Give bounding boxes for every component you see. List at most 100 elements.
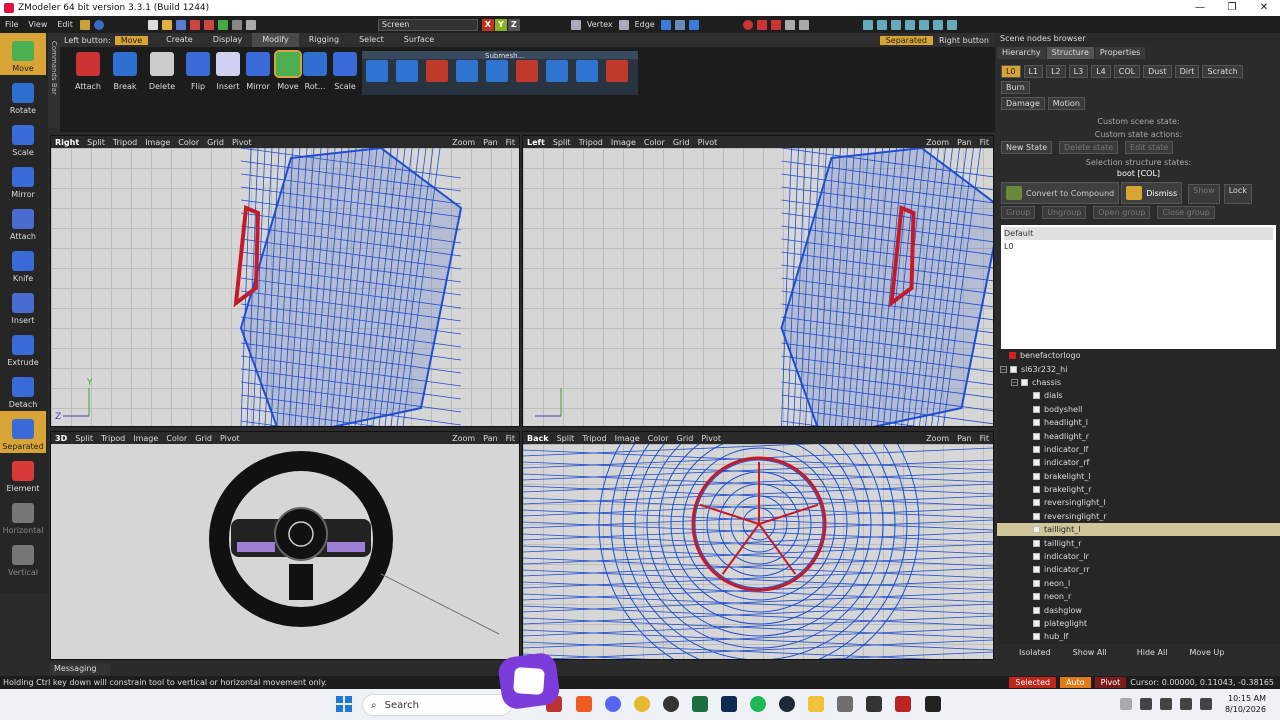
command-separated-button[interactable]: Separated	[0, 411, 46, 453]
submesh-tool-icon[interactable]	[486, 60, 508, 82]
viewport-menu-color[interactable]: Color	[640, 138, 669, 147]
coordinate-space-select[interactable]: Screen	[377, 18, 478, 31]
visibility-checkbox[interactable]	[1021, 378, 1028, 386]
tree-node-reversinglight-l[interactable]: reversinglight_l	[997, 496, 1280, 509]
visibility-checkbox[interactable]	[1033, 432, 1040, 440]
command-attach-button[interactable]: Attach	[0, 201, 46, 243]
ribbon-mirror-button[interactable]: Mirror	[244, 52, 272, 91]
damage-dropdown[interactable]: Damage	[1001, 97, 1045, 110]
tab-display[interactable]: Display	[203, 33, 253, 47]
viewport-canvas[interactable]	[523, 444, 993, 659]
tree-node-bodyshell[interactable]: bodyshell	[997, 403, 1280, 416]
view-3d-icon[interactable]	[918, 19, 929, 30]
undo-icon[interactable]	[189, 19, 200, 30]
tray-network-icon[interactable]	[1160, 698, 1172, 710]
ungroup-button[interactable]: Ungroup	[1042, 206, 1087, 219]
viewport-3d[interactable]: 3D Split Tripod Image Color Grid Pivot Zoom Pan F…	[50, 431, 520, 660]
viewport-pan-tool[interactable]: Pan	[953, 434, 975, 443]
viewport-menu-split[interactable]: Split	[549, 138, 575, 147]
element-mode-icon[interactable]	[674, 19, 685, 30]
app2-taskbar-icon[interactable]	[866, 696, 882, 712]
expand-toggle-icon[interactable]: −	[1011, 378, 1018, 386]
viewport-menu-image[interactable]: Image	[611, 434, 644, 443]
edge-mode-icon[interactable]	[618, 19, 629, 30]
menu-edit[interactable]: Edit	[52, 20, 78, 29]
tree-node-indicator-lr[interactable]: indicator_lr	[997, 550, 1280, 563]
submesh-tool-icon[interactable]	[546, 60, 568, 82]
viewport-zoom-tool[interactable]: Zoom	[448, 138, 479, 147]
messaging-bar[interactable]: Messaging Bar	[50, 663, 110, 685]
viewport-zoom-tool[interactable]: Zoom	[922, 434, 953, 443]
excel-taskbar-icon[interactable]	[692, 696, 708, 712]
viewport-canvas[interactable]	[51, 444, 519, 659]
steam-taskbar-icon[interactable]	[779, 696, 795, 712]
view-cam-icon[interactable]	[932, 19, 943, 30]
viewport-menu-split[interactable]: Split	[71, 434, 97, 443]
viewport-menu-color[interactable]: Color	[644, 434, 673, 443]
command-element-button[interactable]: Element	[0, 453, 46, 495]
dismiss-button[interactable]: Dismiss	[1121, 182, 1183, 204]
viewport-menu-pivot[interactable]: Pivot	[228, 138, 256, 147]
axis-y-toggle[interactable]: Y	[494, 18, 507, 31]
hide-all-button[interactable]: Hide All	[1137, 648, 1168, 657]
save-icon[interactable]	[175, 19, 186, 30]
tab-create[interactable]: Create	[156, 33, 203, 47]
lod-button-dirt[interactable]: Dirt	[1174, 65, 1200, 78]
tree-node-dials[interactable]: dials	[997, 389, 1280, 402]
visibility-checkbox[interactable]	[1033, 512, 1040, 520]
settings-icon[interactable]	[79, 19, 90, 30]
state-list-item[interactable]: Default	[1004, 227, 1273, 240]
viewport-fit-tool[interactable]: Fit	[976, 138, 993, 147]
tree-node-indicator-rf[interactable]: indicator_rf	[997, 456, 1280, 469]
show-all-button[interactable]: Show All	[1073, 648, 1107, 657]
view-top-icon[interactable]	[876, 19, 887, 30]
visibility-checkbox[interactable]	[1033, 459, 1040, 467]
tree-node-reversinglight-r[interactable]: reversinglight_r	[997, 510, 1280, 523]
lod-button-dust[interactable]: Dust	[1143, 65, 1172, 78]
layout-icon[interactable]	[862, 19, 873, 30]
viewport-menu-split[interactable]: Split	[553, 434, 579, 443]
tray-app-icon[interactable]	[1140, 698, 1152, 710]
viewport-menu-split[interactable]: Split	[83, 138, 109, 147]
command-mirror-button[interactable]: Mirror	[0, 159, 46, 201]
submesh-tool-icon[interactable]	[366, 60, 388, 82]
redo-icon[interactable]	[203, 19, 214, 30]
delete-state-button[interactable]: Delete state	[1059, 141, 1119, 154]
vertex-mode-icon[interactable]	[570, 19, 581, 30]
viewport-menu-tripod[interactable]: Tripod	[109, 138, 141, 147]
close-group-button[interactable]: Close group	[1157, 206, 1215, 219]
lod-button-l4[interactable]: L4	[1091, 65, 1111, 78]
isolated-toggle[interactable]: Isolated	[1019, 648, 1051, 657]
tree-node-sl63r232-hi[interactable]: − sl63r232_hi	[997, 362, 1280, 375]
tab-rigging[interactable]: Rigging	[299, 33, 349, 47]
command-horizontal-button[interactable]: Horizontal	[0, 495, 46, 537]
command-extrude-button[interactable]: Extrude	[0, 327, 46, 369]
photoshop-taskbar-icon[interactable]	[721, 696, 737, 712]
chrome-taskbar-icon[interactable]	[634, 696, 650, 712]
tab-modify[interactable]: Modify	[252, 33, 299, 47]
object-mode-icon[interactable]	[688, 19, 699, 30]
right-mode-chip[interactable]: Separated	[879, 35, 933, 45]
brave-taskbar-icon[interactable]	[576, 696, 592, 712]
visibility-checkbox[interactable]	[1033, 405, 1040, 413]
left-button-tool[interactable]: Move	[114, 35, 149, 45]
tray-volume-icon[interactable]	[1180, 698, 1192, 710]
windows-start-icon[interactable]	[336, 696, 352, 712]
viewport-canvas[interactable]	[523, 148, 993, 426]
visibility-checkbox[interactable]	[1033, 633, 1040, 641]
command-rotate-button[interactable]: Rotate	[0, 75, 46, 117]
ribbon-attach-button[interactable]: Attach	[74, 52, 102, 91]
tray-chevron-icon[interactable]	[1120, 698, 1132, 710]
visibility-checkbox[interactable]	[1033, 445, 1040, 453]
ribbon-break-button[interactable]: Break	[111, 52, 139, 91]
viewport-pan-tool[interactable]: Pan	[479, 434, 501, 443]
discord-taskbar-icon[interactable]	[605, 696, 621, 712]
viewport-menu-tripod[interactable]: Tripod	[578, 434, 610, 443]
ribbon-delete-button[interactable]: Delete	[148, 52, 176, 91]
selected-mode-badge[interactable]: Selected	[1009, 677, 1057, 688]
viewport-menu-grid[interactable]: Grid	[203, 138, 228, 147]
visibility-checkbox[interactable]	[1033, 526, 1040, 534]
visibility-checkbox[interactable]	[1033, 593, 1040, 601]
visibility-checkbox[interactable]	[1033, 486, 1040, 494]
viewport-name[interactable]: Left	[523, 138, 549, 147]
